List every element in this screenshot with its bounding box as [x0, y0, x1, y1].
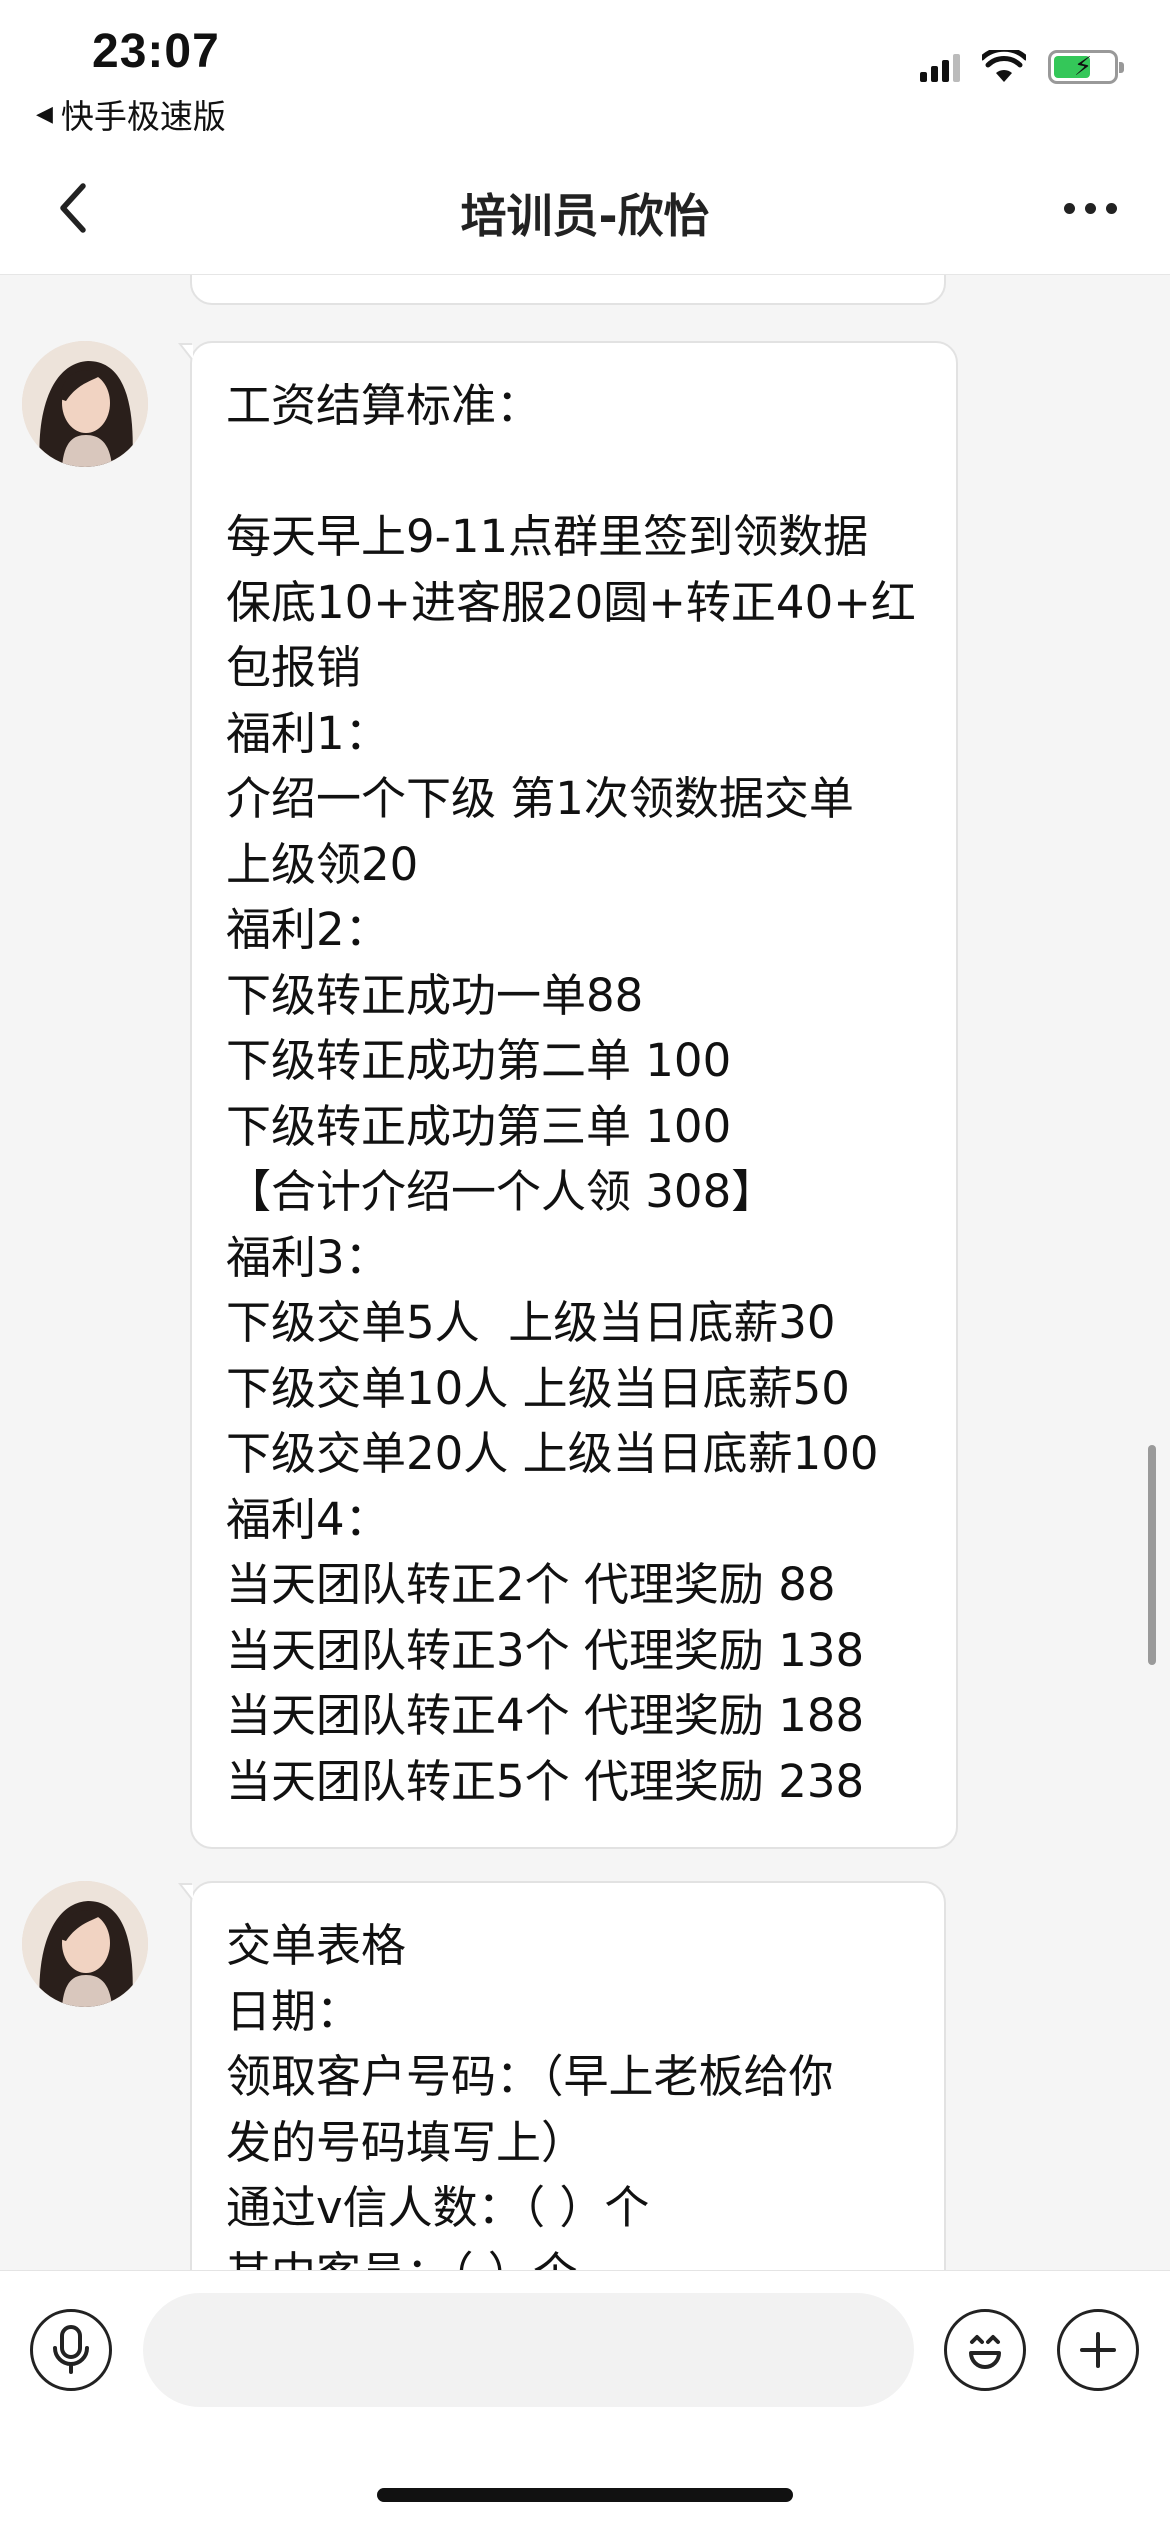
- message-line: 工资结算标准：: [226, 379, 542, 432]
- message-line: [226, 439, 928, 505]
- battery-charging-icon: ⚡: [1048, 50, 1124, 84]
- more-dots-icon[interactable]: [1050, 178, 1130, 238]
- avatar[interactable]: [22, 1881, 148, 2007]
- message-line: 其中客员：（ ）个: [226, 2241, 916, 2271]
- status-bar: 23:07 ◀ 快手极速版 ⚡: [0, 0, 1170, 150]
- message-line: 下级转正成功一单88: [226, 968, 644, 1022]
- message-input[interactable]: [143, 2293, 914, 2407]
- message-line: 当天团队转正5个 代理奖励 238: [226, 1754, 865, 1808]
- message-line: 包报销: [226, 641, 362, 694]
- nav-bar: 培训员-欣怡: [0, 150, 1170, 275]
- message-line: 上级领20: [226, 837, 419, 891]
- back-app-label: 快手极速版: [60, 97, 226, 136]
- back-to-app-link[interactable]: ◀ 快手极速版: [36, 90, 226, 138]
- message-line: 下级交单10人 上级当日底薪50: [226, 1361, 850, 1415]
- message-line: 保底10+进客服20圆+转正40+红: [226, 575, 916, 629]
- message-line: 福利3：: [226, 1230, 390, 1284]
- message-line: 每天早上9-11点群里签到领数据: [226, 510, 869, 563]
- message-bubble[interactable]: 交单表格 日期： 领取客户号码：（早上老板给你 发的号码填写上） 通过v信人数：…: [178, 1881, 946, 2271]
- scrollbar[interactable]: [1148, 1445, 1156, 1665]
- message-line: 通过v信人数：（ ）个: [226, 2181, 650, 2234]
- message-line: 下级转正成功第三单 100: [226, 1099, 732, 1153]
- message-line: 福利1：: [226, 706, 390, 760]
- message-line: 交单表格: [226, 1919, 407, 1972]
- message-bubble[interactable]: 工资结算标准： 每天早上9-11点群里签到领数据 保底10+进客服20圆+转正4…: [178, 341, 958, 1849]
- home-indicator[interactable]: [377, 2488, 793, 2502]
- message-line: 日期：: [226, 1984, 362, 2038]
- chat-message-list[interactable]: 工资结算标准： 每天早上9-11点群里签到领数据 保底10+进客服20圆+转正4…: [0, 275, 1170, 2270]
- avatar[interactable]: [22, 341, 148, 467]
- message-line: 领取客户号码：（早上老板给你: [226, 2050, 834, 2103]
- previous-message-bubble: [190, 275, 946, 305]
- message-line: 下级交单5人 上级当日底薪30: [226, 1296, 836, 1349]
- message-line: 介绍一个下级 第1次领数据交单: [226, 772, 854, 825]
- cellular-signal-icon: [920, 52, 960, 82]
- chat-title: 培训员-欣怡: [460, 189, 710, 243]
- status-icons: ⚡: [920, 50, 1124, 84]
- message-line: 当天团队转正4个 代理奖励 188: [226, 1689, 865, 1742]
- message-line: 发的号码填写上）: [226, 2115, 587, 2169]
- status-time: 23:07: [92, 25, 220, 78]
- message-line: 福利2：: [226, 903, 390, 956]
- wifi-icon: [982, 50, 1026, 82]
- plus-icon[interactable]: [1057, 2309, 1139, 2391]
- emoji-icon[interactable]: [944, 2309, 1026, 2391]
- message-line: 下级转正成功第二单 100: [226, 1034, 732, 1087]
- message-line: 【合计介绍一个人领 308】: [226, 1165, 777, 1218]
- message-line: 下级交单20人 上级当日底薪100: [226, 1427, 879, 1480]
- back-triangle-icon: ◀: [36, 101, 53, 127]
- message-line: 当天团队转正3个 代理奖励 138: [226, 1623, 865, 1677]
- message-line: 福利4：: [226, 1492, 390, 1546]
- microphone-icon[interactable]: [30, 2309, 112, 2391]
- message-line: 当天团队转正2个 代理奖励 88: [226, 1558, 836, 1611]
